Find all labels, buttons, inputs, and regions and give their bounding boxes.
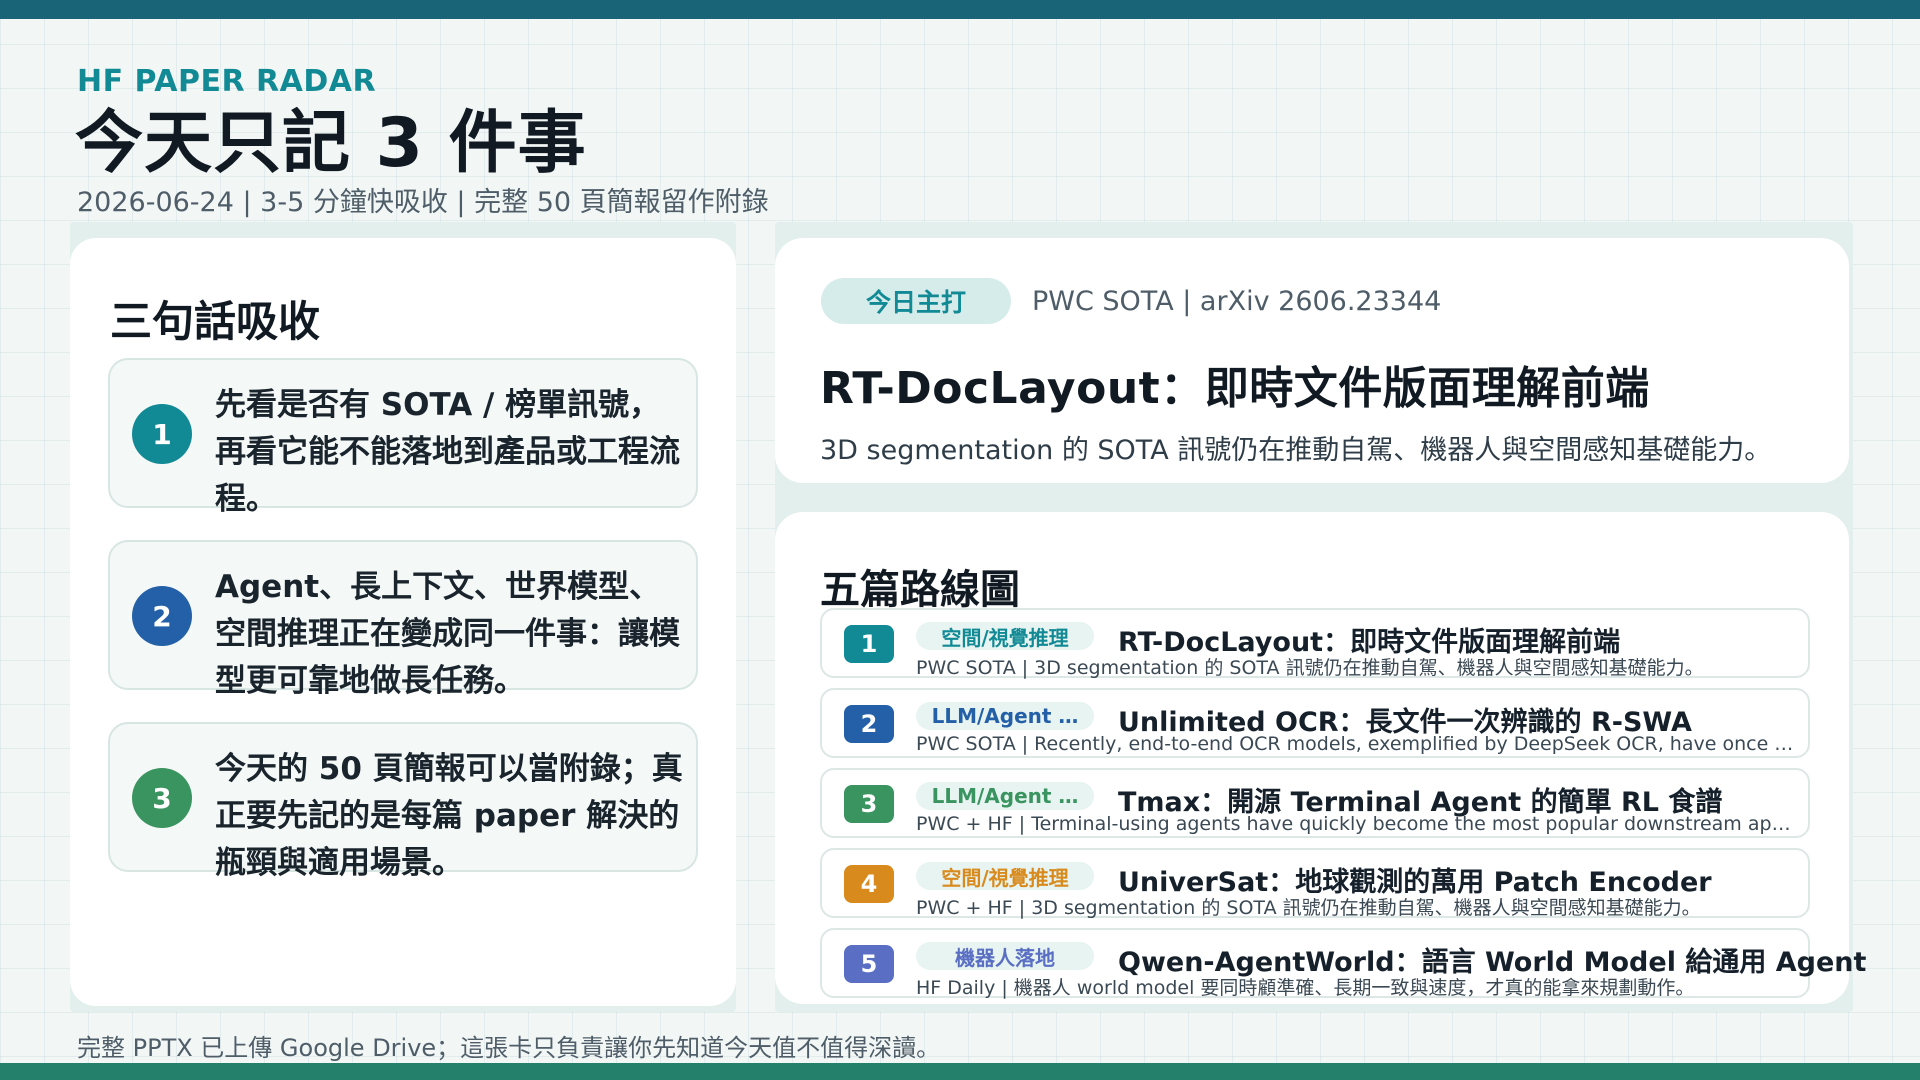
roadmap-heading: 五篇路線圖 [820,567,1020,613]
point-text: 今天的 50 頁簡報可以當附錄；真正要先記的是每篇 paper 解決的瓶頸與適用… [215,751,683,881]
point-number-badge: 3 [132,768,192,828]
roadmap-paper-5[interactable]: 5 機器人落地 Qwen-AgentWorld：語言 World Model 給… [820,928,1866,999]
point-text: 先看是否有 SOTA / 榜單訊號，再看它能不能落地到產品或工程流程。 [215,387,680,517]
point-number-badge: 1 [132,404,192,464]
point-text: Agent、長上下文、世界模型、空間推理正在變成同一件事：讓模型更可靠地做長任務… [215,569,680,699]
featured-description: 3D segmentation 的 SOTA 訊號仍在推動自駕、機器人與空間感知… [820,435,1772,466]
featured-title: RT-DocLayout：即時文件版面理解前端 [820,363,1650,414]
paper-number-badge: 3 [844,785,894,823]
roadmap-paper-2[interactable]: 2 LLM/Agent … Unlimited OCR：長文件一次辨識的 R-S… [820,688,1810,758]
paper-category-tag: LLM/Agent … [916,782,1094,810]
roadmap-paper-4[interactable]: 4 空間/視覺推理 UniverSat：地球觀測的萬用 Patch Encode… [820,848,1810,919]
summary-point-3: 3 今天的 50 頁簡報可以當附錄；真正要先記的是每篇 paper 解決的瓶頸與… [108,722,698,881]
paper-description: PWC + HF | 3D segmentation 的 SOTA 訊號仍在推動… [916,897,1701,919]
summary-heading: 三句話吸收 [110,297,321,346]
page-title: 今天只記 3 件事 [75,104,587,183]
roadmap-paper-1[interactable]: 1 空間/視覺推理 RT-DocLayout：即時文件版面理解前端 PWC SO… [820,608,1810,679]
bottom-accent-bar [0,1063,1920,1080]
paper-description: HF Daily | 機器人 world model 要同時顧準確、長期一致與速… [916,977,1695,999]
paper-category-tag: 空間/視覺推理 [916,862,1094,890]
featured-badge: 今日主打 [821,278,1011,324]
roadmap-paper-3[interactable]: 3 LLM/Agent … Tmax：開源 Terminal Agent 的簡單… [820,768,1810,838]
point-number-badge: 2 [132,586,192,646]
paper-category-tag: 機器人落地 [916,942,1094,970]
featured-source: PWC SOTA | arXiv 2606.23344 [1032,286,1442,317]
paper-number-badge: 5 [844,945,894,983]
paper-number-badge: 2 [844,705,894,743]
summary-point-1: 1 先看是否有 SOTA / 榜單訊號，再看它能不能落地到產品或工程流程。 [108,358,698,517]
paper-category-tag: LLM/Agent … [916,702,1094,730]
footer-note: 完整 PPTX 已上傳 Google Drive；這張卡只負責讓你先知道今天值不… [77,1034,941,1062]
page-subtitle: 2026-06-24 | 3-5 分鐘快吸收 | 完整 50 頁簡報留作附錄 [77,187,769,218]
paper-category-tag: 空間/視覺推理 [916,622,1094,650]
top-accent-bar [0,0,1920,19]
paper-description: PWC + HF | Terminal-using agents have qu… [916,813,1796,835]
paper-description: PWC SOTA | Recently, end-to-end OCR mode… [916,733,1796,755]
summary-point-2: 2 Agent、長上下文、世界模型、空間推理正在變成同一件事：讓模型更可靠地做長… [108,540,698,699]
paper-number-badge: 4 [844,865,894,903]
paper-description: PWC SOTA | 3D segmentation 的 SOTA 訊號仍在推動… [916,657,1704,679]
brand-kicker: HF PAPER RADAR [77,64,377,99]
paper-number-badge: 1 [844,625,894,663]
